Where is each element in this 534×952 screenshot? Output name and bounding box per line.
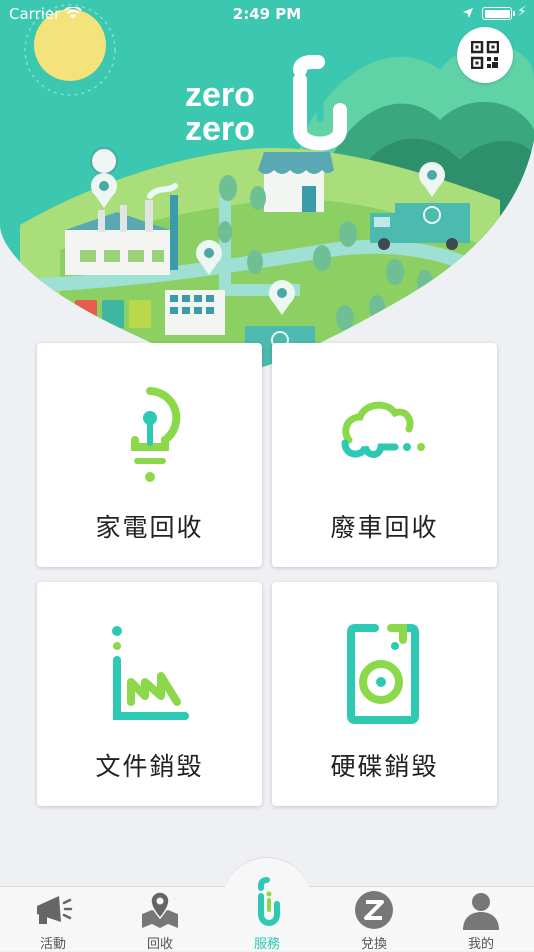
tab-label: 我的	[467, 937, 494, 952]
service-card-appliance[interactable]: 家電回收	[37, 343, 262, 567]
logo-text-line1: zero	[185, 76, 255, 114]
service-card-car[interactable]: 廢車回收	[272, 343, 497, 567]
service-card-document[interactable]: 文件銷毀	[37, 582, 262, 806]
location-icon	[462, 5, 474, 23]
tab-label: 活動	[39, 937, 66, 952]
z-coin-icon	[354, 890, 394, 930]
service-label: 文件銷毀	[95, 752, 204, 781]
service-label: 硬碟銷毀	[330, 752, 439, 781]
battery-icon	[482, 7, 515, 20]
qr-code-icon	[471, 41, 499, 69]
zero-logo-icon	[247, 874, 287, 930]
tab-recycle[interactable]: 回收	[107, 886, 213, 952]
service-label: 廢車回收	[330, 513, 439, 542]
hard-disk-icon	[272, 624, 497, 724]
tab-exchange[interactable]: 兌換	[321, 886, 427, 952]
light-bulb-icon	[37, 385, 262, 485]
clock: 2:49 PM	[232, 5, 302, 23]
logo-text-line2: zero	[185, 110, 255, 148]
tab-label: 兌換	[360, 937, 387, 952]
person-icon	[461, 890, 501, 930]
tab-label: 服務	[253, 937, 280, 952]
hero-banner: zero zero	[0, 0, 534, 375]
charging-icon: ⚡	[517, 4, 527, 20]
hero-illustration: zero zero	[0, 0, 534, 375]
tab-service[interactable]: 服務	[214, 877, 320, 952]
tab-mine[interactable]: 我的	[428, 886, 534, 952]
map-pin-icon	[140, 890, 180, 930]
car-icon	[272, 385, 497, 485]
document-shred-icon	[37, 624, 262, 724]
tab-label: 回收	[146, 937, 173, 952]
service-card-disk[interactable]: 硬碟銷毀	[272, 582, 497, 806]
status-bar: Carrier 2:49 PM ⚡	[0, 0, 534, 28]
tab-activity[interactable]: 活動	[0, 886, 106, 952]
megaphone-icon	[33, 890, 73, 930]
qr-code-button[interactable]	[457, 27, 513, 83]
service-label: 家電回收	[95, 513, 204, 542]
